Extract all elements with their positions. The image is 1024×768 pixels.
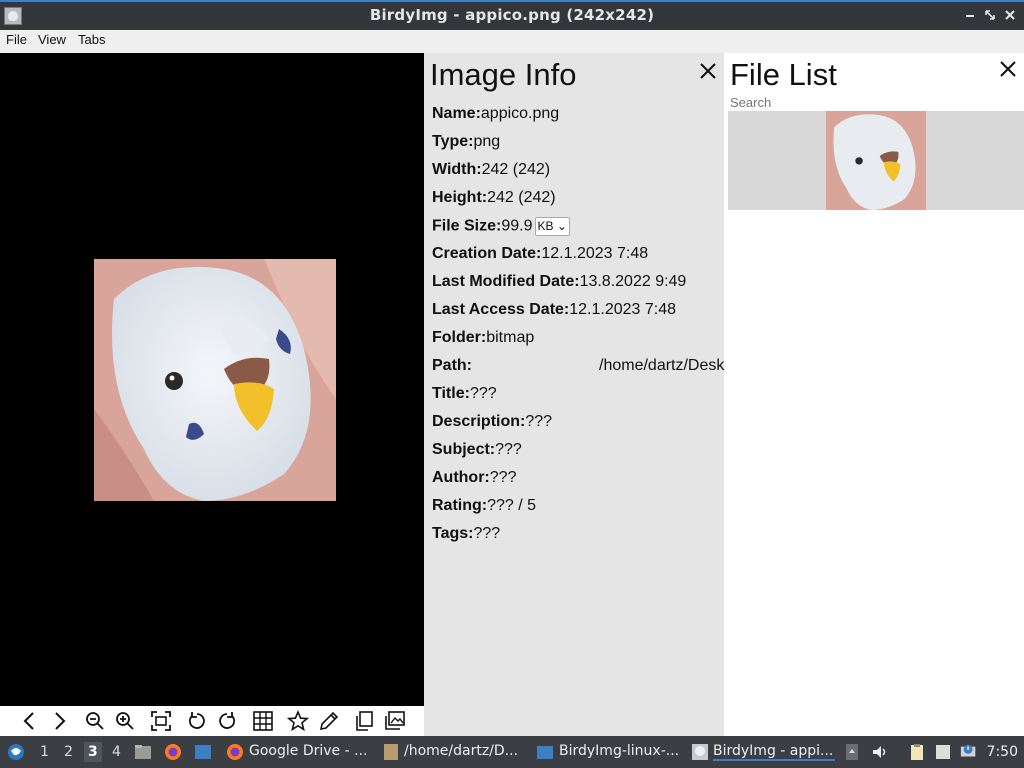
previous-icon[interactable]: [19, 710, 41, 732]
zoom-out-icon[interactable]: [84, 710, 106, 732]
maximize-icon[interactable]: [981, 6, 999, 24]
edit-icon[interactable]: [318, 710, 340, 732]
menu-view[interactable]: View: [38, 32, 66, 47]
workspace-3[interactable]: 3: [84, 742, 102, 762]
firefox-task-icon: [227, 744, 243, 760]
info-name-value: appico.png: [480, 105, 560, 122]
info-row-folder: Folder:bitmap: [432, 329, 535, 346]
birdyimg-task-icon: [692, 744, 708, 760]
info-row-description: Description:???: [432, 413, 553, 430]
info-title-value: ???: [469, 385, 497, 402]
info-row-subject: Subject:???: [432, 441, 522, 458]
workspace-1[interactable]: 1: [40, 744, 49, 760]
info-row-name: Name:appico.png: [432, 105, 560, 122]
window-title: BirdyImg - appico.png (242x242): [369, 6, 655, 24]
displayed-image: [94, 259, 336, 501]
image-info-panel: Image Info Name:appico.png Type:png Widt…: [424, 53, 724, 736]
network-icon[interactable]: [960, 743, 978, 761]
info-row-width: Width:242 (242): [432, 161, 551, 178]
info-subject-value: ???: [495, 441, 522, 458]
taskbar: 1 2 3 4 Google Drive - ... /home/dartz/D…: [0, 736, 1024, 768]
filesize-unit-select[interactable]: KB ⌄: [534, 217, 570, 236]
file-manager-icon[interactable]: [134, 743, 152, 761]
menu-file[interactable]: File: [6, 32, 27, 47]
copy-icon[interactable]: [353, 710, 375, 732]
firefox-icon[interactable]: [164, 743, 182, 761]
info-row-rating: Rating:??? / 5: [432, 497, 537, 514]
search-input[interactable]: [730, 95, 930, 110]
desktop-icon[interactable]: [194, 743, 212, 761]
image-viewer[interactable]: [0, 53, 424, 706]
info-row-modified: Last Modified Date:13.8.2022 9:49: [432, 273, 687, 290]
thumbnail-appico[interactable]: [826, 111, 926, 210]
info-row-path: Path:: [432, 357, 472, 374]
info-description-value: ???: [525, 413, 553, 430]
info-rating-value: ??? / 5: [487, 497, 537, 514]
notes-icon[interactable]: [934, 743, 952, 761]
file-list-panel: File List: [724, 53, 1024, 736]
info-row-accessed: Last Access Date:12.1.2023 7:48: [432, 301, 677, 318]
task-birdyimg-app[interactable]: BirdyImg - appi...: [713, 743, 835, 761]
viewer-toolbar: [0, 706, 424, 736]
info-created-value: 12.1.2023 7:48: [541, 245, 649, 262]
rotate-left-icon[interactable]: [186, 710, 208, 732]
fit-screen-icon[interactable]: [150, 710, 172, 732]
info-row-tags: Tags:???: [432, 525, 501, 542]
minimize-icon[interactable]: [961, 6, 979, 24]
workspace-2[interactable]: 2: [64, 744, 73, 760]
info-path-value: /home/dartz/Desk: [599, 357, 724, 374]
start-menu-icon[interactable]: [6, 742, 26, 762]
info-row-created: Creation Date:12.1.2023 7:48: [432, 245, 649, 262]
info-width-value: 242 (242): [481, 161, 551, 178]
menu-tabs[interactable]: Tabs: [78, 32, 105, 47]
rotate-right-icon[interactable]: [216, 710, 238, 732]
info-modified-value: 13.8.2022 9:49: [579, 273, 687, 290]
info-row-author: Author:???: [432, 469, 517, 486]
gallery-icon[interactable]: [384, 710, 406, 732]
clipboard-icon[interactable]: [908, 743, 926, 761]
folder-task-icon: [384, 744, 398, 760]
grid-icon[interactable]: [252, 710, 274, 732]
chevron-down-icon: ⌄: [556, 219, 567, 233]
scroll-up-icon[interactable]: [843, 743, 861, 761]
file-list-title: File List: [730, 57, 837, 92]
close-icon[interactable]: [1001, 6, 1019, 24]
info-row-filesize: File Size:99.9 KB ⌄: [432, 217, 570, 236]
menu-bar: File View Tabs: [0, 30, 1024, 53]
thumbnail-strip: [728, 111, 1024, 210]
info-tags-value: ???: [473, 525, 501, 542]
volume-icon[interactable]: [871, 743, 889, 761]
info-folder-value: bitmap: [486, 329, 535, 346]
folder-blue-icon: [537, 746, 553, 759]
clock: 7:50: [986, 744, 1018, 760]
info-type-value: png: [473, 133, 501, 150]
task-birdyimg-folder[interactable]: BirdyImg-linux-...: [559, 743, 681, 759]
zoom-in-icon[interactable]: [114, 710, 136, 732]
info-accessed-value: 12.1.2023 7:48: [569, 301, 677, 318]
task-google-drive[interactable]: Google Drive - ...: [249, 743, 369, 759]
image-info-title: Image Info: [430, 57, 577, 92]
close-file-list-icon[interactable]: [998, 59, 1018, 79]
info-row-type: Type:png: [432, 133, 501, 150]
info-author-value: ???: [489, 469, 517, 486]
info-filesize-value: 99.9: [501, 217, 533, 235]
info-row-height: Height:242 (242): [432, 189, 556, 206]
workspace-4[interactable]: 4: [112, 744, 121, 760]
title-bar: BirdyImg - appico.png (242x242): [0, 0, 1024, 30]
info-height-value: 242 (242): [487, 189, 556, 206]
star-icon[interactable]: [287, 710, 309, 732]
close-info-icon[interactable]: [698, 61, 718, 81]
next-icon[interactable]: [48, 710, 70, 732]
info-row-title: Title:???: [432, 385, 497, 402]
task-home-folder[interactable]: /home/dartz/D...: [404, 743, 524, 759]
